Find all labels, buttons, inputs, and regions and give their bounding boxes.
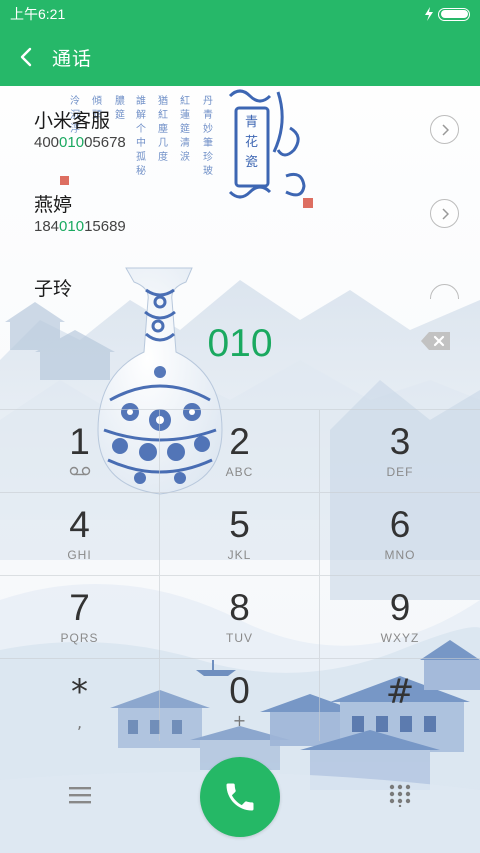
key-star[interactable]: * , xyxy=(0,658,160,741)
key-digit: * xyxy=(71,672,88,712)
contact-detail-button[interactable] xyxy=(430,115,459,144)
contact-item[interactable]: 燕婷 18401015689 xyxy=(0,170,480,254)
chevron-left-icon xyxy=(20,47,32,67)
key-letters: JKL xyxy=(227,548,252,562)
number-match: 010 xyxy=(59,218,85,235)
number-prefix: 184 xyxy=(34,218,60,235)
key-9[interactable]: 9 WXYZ xyxy=(320,575,480,658)
number-match: 010 xyxy=(59,134,85,151)
dial-display: 010 xyxy=(0,310,480,380)
key-letters: DEF xyxy=(386,465,414,479)
contact-number: 40001005678 xyxy=(34,134,126,151)
key-digit: 7 xyxy=(69,587,90,628)
key-letters: , xyxy=(76,713,83,732)
key-5[interactable]: 5 JKL xyxy=(160,492,320,575)
key-digit: 2 xyxy=(229,421,250,462)
number-prefix: 400 xyxy=(34,134,60,151)
call-button[interactable] xyxy=(200,757,280,837)
key-4[interactable]: 4 GHI xyxy=(0,492,160,575)
battery-fill xyxy=(440,10,468,18)
key-letters: + xyxy=(232,711,247,730)
chevron-right-icon xyxy=(441,123,449,136)
status-indicators xyxy=(424,7,470,21)
status-bar: 上午6:21 xyxy=(0,0,480,28)
key-0[interactable]: 0 + xyxy=(160,658,320,741)
dialed-number: 010 xyxy=(207,322,273,365)
contact-name: 子玲 xyxy=(34,278,73,300)
backspace-icon[interactable] xyxy=(420,330,452,352)
chevron-right-icon xyxy=(441,207,449,220)
bottom-bar xyxy=(0,745,480,853)
page-title: 通话 xyxy=(52,47,93,70)
key-6[interactable]: 6 MNO xyxy=(320,492,480,575)
key-letters: MNO xyxy=(384,548,416,562)
contact-number: 18401015689 xyxy=(34,218,126,235)
key-letters: PQRS xyxy=(60,631,99,645)
contact-name: 燕婷 xyxy=(34,194,73,216)
key-digit: 5 xyxy=(229,504,250,545)
key-3[interactable]: 3 DEF xyxy=(320,409,480,492)
dial-keypad: 1 2 ABC 3 DEF 4 GHI 5 JKL 6 MNO 7 PQRS 8… xyxy=(0,409,480,741)
key-7[interactable]: 7 PQRS xyxy=(0,575,160,658)
number-suffix: 05678 xyxy=(84,134,126,151)
key-letters: TUV xyxy=(226,631,253,645)
dialpad-icon[interactable] xyxy=(388,783,412,807)
contact-detail-circle xyxy=(430,284,459,299)
key-digit: 9 xyxy=(389,587,411,628)
menu-icon[interactable] xyxy=(66,783,94,807)
key-digit: # xyxy=(385,672,415,712)
key-letters: GHI xyxy=(67,548,92,562)
contact-detail-button[interactable] xyxy=(430,284,459,299)
back-button[interactable] xyxy=(0,28,52,86)
key-digit: 8 xyxy=(229,587,250,628)
app-header: 通话 xyxy=(0,28,480,86)
voicemail-icon xyxy=(69,466,90,476)
contact-suggestions: 小米客服 40001005678 燕婷 18401015689 子玲 xyxy=(0,86,480,338)
bolt-icon xyxy=(425,7,433,21)
key-hash[interactable]: # xyxy=(320,658,480,741)
phone-icon xyxy=(226,783,254,811)
key-letters: ABC xyxy=(225,465,254,479)
contact-name: 小米客服 xyxy=(34,110,111,132)
number-suffix: 15689 xyxy=(84,218,126,235)
key-digit: 1 xyxy=(69,421,90,462)
contact-detail-button[interactable] xyxy=(430,199,459,228)
key-digit: 0 xyxy=(229,670,250,711)
contact-item[interactable]: 小米客服 40001005678 xyxy=(0,86,480,170)
battery-icon xyxy=(438,7,470,21)
key-letters: WXYZ xyxy=(380,631,420,645)
key-digit: 3 xyxy=(389,421,411,462)
key-digit: 6 xyxy=(389,504,411,545)
key-1[interactable]: 1 xyxy=(0,409,160,492)
key-8[interactable]: 8 TUV xyxy=(160,575,320,658)
status-time: 上午6:21 xyxy=(10,6,66,22)
key-2[interactable]: 2 ABC xyxy=(160,409,320,492)
key-digit: 4 xyxy=(69,504,90,545)
